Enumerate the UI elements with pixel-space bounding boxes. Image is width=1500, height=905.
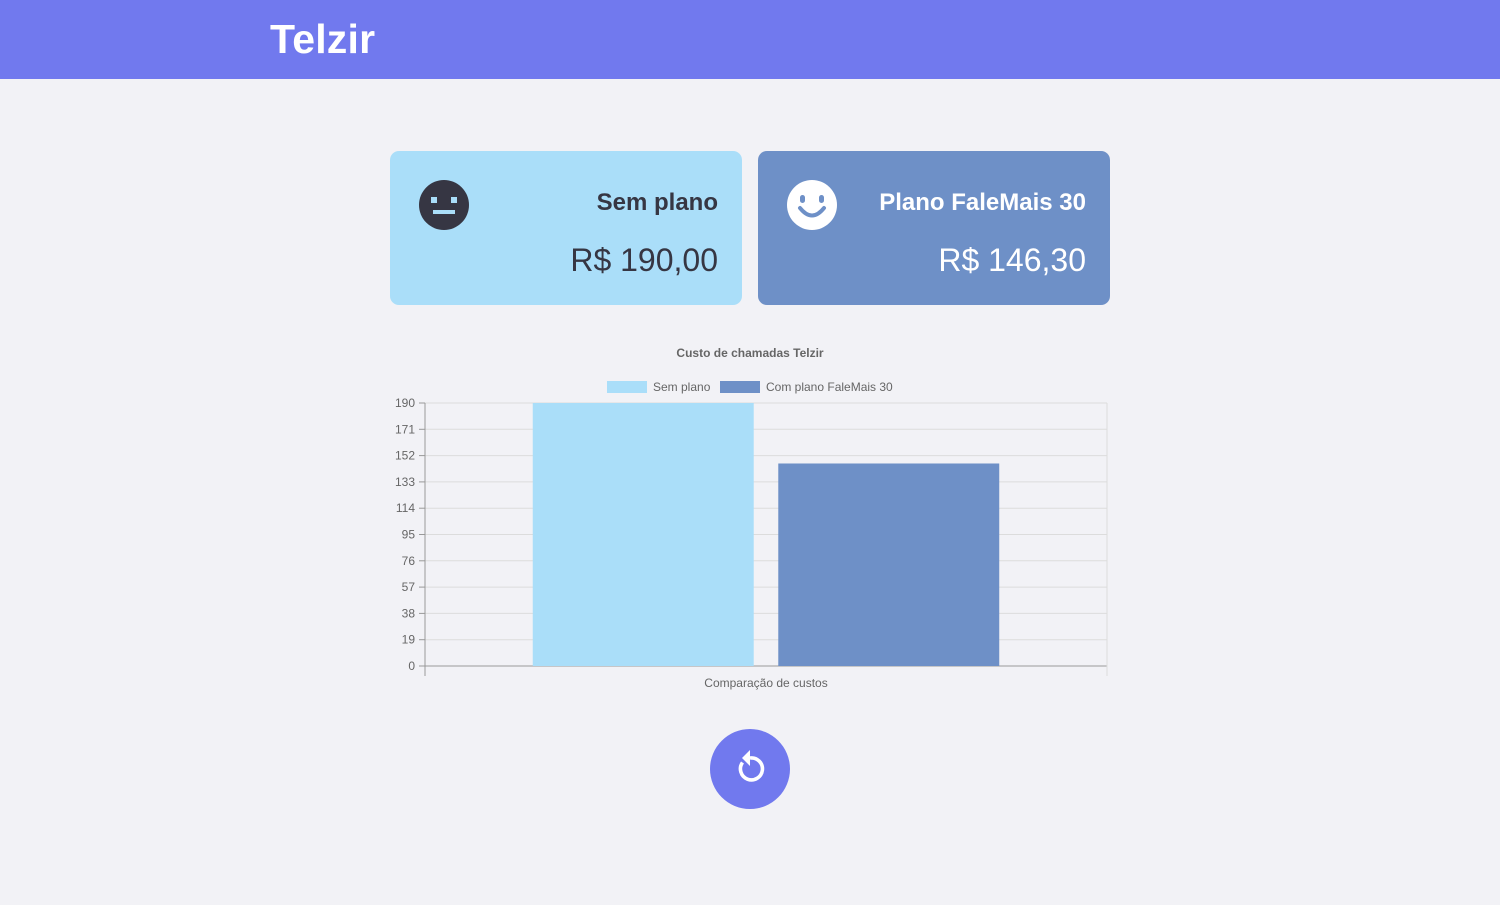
bar [778,463,1000,666]
y-tick-label: 19 [402,633,416,647]
x-axis-label: Comparação de custos [704,676,827,690]
chart-grid [424,402,1108,676]
y-tick-label: 95 [402,528,416,542]
legend-swatch [720,381,760,393]
y-tick-label: 133 [395,475,415,489]
cost-chart: Custo de chamadas Telzir Sem plano Com pl… [390,340,1110,700]
brand-title: Telzir [270,16,376,62]
chart-legend: Sem plano Com plano FaleMais 30 [607,380,893,394]
bar [532,403,754,666]
cost-chart-svg: Custo de chamadas Telzir Sem plano Com pl… [395,346,1108,690]
y-tick-label: 57 [402,580,416,594]
y-tick-label: 152 [395,449,415,463]
reset-icon [738,750,765,782]
y-tick-label: 114 [396,501,415,515]
y-tick-label: 0 [408,659,415,673]
y-tick-label: 76 [402,554,416,568]
card-title: Plano FaleMais 30 [879,189,1086,216]
smiling-face-icon [787,180,837,230]
legend-label: Com plano FaleMais 30 [766,380,893,394]
y-tick-label: 190 [395,396,415,410]
card-price: R$ 146,30 [938,242,1086,278]
neutral-face-icon [419,180,469,230]
reset-button[interactable] [710,729,790,809]
card-price: R$ 190,00 [570,242,718,278]
app-header: Telzir [0,0,1500,79]
legend-swatch [607,381,647,393]
card-plano-falemais: Plano FaleMais 30 R$ 146,30 [758,151,1110,305]
card-sem-plano: Sem plano R$ 190,00 [390,151,742,305]
card-title: Sem plano [596,189,718,216]
chart-title: Custo de chamadas Telzir [676,346,823,360]
y-axis-ticks: 0 19 38 57 76 95 114 133 152 171 190 [395,396,425,673]
y-tick-label: 38 [402,606,416,620]
y-tick-label: 171 [395,422,415,436]
legend-label: Sem plano [653,380,711,394]
